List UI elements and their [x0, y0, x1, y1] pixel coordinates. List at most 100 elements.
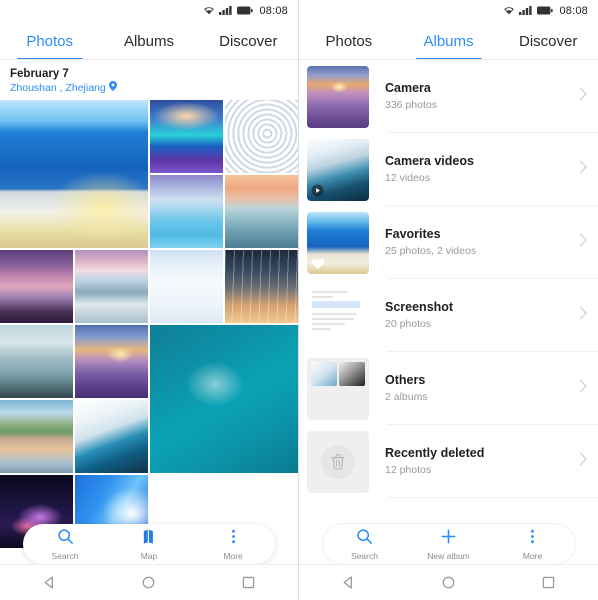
chevron-right-icon [579, 379, 588, 398]
album-name: Camera videos [385, 154, 474, 168]
tab-discover-label: Discover [519, 32, 578, 50]
tab-bar: Photos Albums Discover [0, 22, 298, 60]
chevron-right-icon [579, 160, 588, 179]
album-text: Recently deleted 12 photos [369, 445, 579, 478]
tab-photos[interactable]: Photos [0, 22, 99, 60]
back-button[interactable] [329, 565, 369, 600]
photo-thumbnail[interactable] [225, 100, 298, 173]
photo-thumbnail[interactable] [75, 325, 148, 398]
map-label: Map [140, 550, 158, 561]
recents-button[interactable] [528, 565, 568, 600]
tab-albums-label: Albums [423, 32, 474, 50]
album-name: Camera [385, 81, 431, 95]
photos-action-bar: Search Map More [23, 524, 275, 564]
status-bar: 08:08 [0, 0, 298, 22]
photo-thumbnail[interactable] [225, 250, 298, 323]
album-text: Camera 336 photos [369, 80, 579, 113]
album-row[interactable]: Camera 336 photos [299, 60, 598, 133]
search-label: Search [351, 550, 378, 561]
album-thumbnail [307, 211, 369, 274]
album-count: 2 albums [385, 391, 428, 403]
photo-thumbnail[interactable] [225, 175, 298, 248]
photo-section-header: February 7 Zhoushan , Zhejiang [0, 60, 298, 100]
tab-bar-right: Photos Albums Discover [299, 22, 598, 60]
phone-screen-albums: 08:08 Photos Albums Discover Camera 336 p… [299, 0, 598, 600]
albums-action-bar: Search New album More [322, 524, 575, 564]
photo-thumbnail[interactable] [150, 325, 298, 473]
more-button[interactable]: More [491, 524, 575, 564]
photo-thumbnail[interactable] [0, 250, 73, 323]
more-dots-icon [524, 528, 541, 550]
photo-thumbnail[interactable] [75, 250, 148, 323]
photo-thumbnail[interactable] [150, 100, 223, 173]
album-row[interactable]: Camera videos 12 videos [299, 133, 598, 206]
album-row[interactable]: Recently deleted 12 photos [299, 425, 598, 498]
photo-thumbnail[interactable] [150, 175, 223, 248]
home-button[interactable] [428, 565, 468, 600]
album-row[interactable]: Screenshot 20 photos [299, 279, 598, 352]
signal-icon [219, 2, 233, 20]
wifi-icon [503, 2, 515, 20]
tab-photos-label: Photos [325, 32, 373, 50]
location-pin-icon [108, 81, 117, 95]
photo-thumbnail[interactable] [0, 325, 73, 398]
album-thumbnail [307, 430, 369, 493]
search-icon [356, 528, 373, 550]
android-nav-bar [299, 564, 598, 600]
tab-albums[interactable]: Albums [99, 22, 198, 60]
dual-screenshot: 08:08 Photos Albums Discover February 7 … [0, 0, 598, 600]
album-count: 25 photos, 2 videos [385, 245, 477, 257]
more-button[interactable]: More [191, 524, 275, 564]
tab-albums-label: Albums [123, 32, 174, 50]
photo-thumbnail[interactable] [0, 400, 73, 473]
album-thumbnail [307, 138, 369, 201]
album-row[interactable]: Others 2 albums [299, 352, 598, 425]
new-album-label: New album [427, 550, 470, 561]
album-name: Favorites [385, 227, 441, 241]
album-list: Camera 336 photos Camera videos 12 videos Fa… [299, 60, 598, 600]
others-thumb-a [311, 361, 337, 386]
play-badge-icon [311, 184, 324, 197]
chevron-right-icon [579, 87, 588, 106]
search-label: Search [51, 550, 79, 561]
chevron-right-icon [579, 306, 588, 325]
screenshot-preview-lines [307, 285, 369, 347]
battery-icon [537, 2, 554, 20]
status-time: 08:08 [559, 5, 588, 17]
chevron-right-icon [579, 452, 588, 471]
others-thumb-b [339, 361, 365, 386]
map-button[interactable]: Map [107, 524, 191, 564]
album-name: Others [385, 373, 426, 387]
section-location[interactable]: Zhoushan , Zhejiang [10, 81, 288, 95]
album-name: Screenshot [385, 300, 454, 314]
albums-action-bar-wrap: Search New album More [299, 524, 598, 564]
album-row[interactable]: Favorites 25 photos, 2 videos [299, 206, 598, 279]
heart-badge-icon [311, 257, 325, 270]
map-icon [141, 528, 158, 550]
tab-discover[interactable]: Discover [498, 22, 598, 60]
photo-thumbnail[interactable] [150, 250, 223, 323]
signal-icon [519, 2, 533, 20]
album-thumbnail [307, 284, 369, 347]
tab-albums[interactable]: Albums [399, 22, 499, 60]
section-location-label: Zhoushan , Zhejiang [10, 82, 106, 94]
photo-thumbnail[interactable] [75, 400, 148, 473]
album-thumbnail [307, 65, 369, 128]
new-album-button[interactable]: New album [407, 524, 491, 564]
recents-button[interactable] [228, 565, 268, 600]
status-time: 08:08 [259, 5, 288, 17]
search-button[interactable]: Search [323, 524, 407, 564]
tab-discover[interactable]: Discover [199, 22, 298, 60]
trash-icon [321, 444, 355, 479]
album-count: 12 photos [385, 464, 432, 476]
back-button[interactable] [30, 565, 70, 600]
tab-photos-label: Photos [26, 32, 74, 50]
tab-photos[interactable]: Photos [299, 22, 399, 60]
wifi-icon [203, 2, 215, 20]
search-button[interactable]: Search [23, 524, 107, 564]
more-dots-icon [225, 528, 242, 550]
album-text: Others 2 albums [369, 372, 579, 405]
photo-thumbnail[interactable] [0, 100, 148, 248]
home-button[interactable] [129, 565, 169, 600]
more-label: More [223, 550, 243, 561]
